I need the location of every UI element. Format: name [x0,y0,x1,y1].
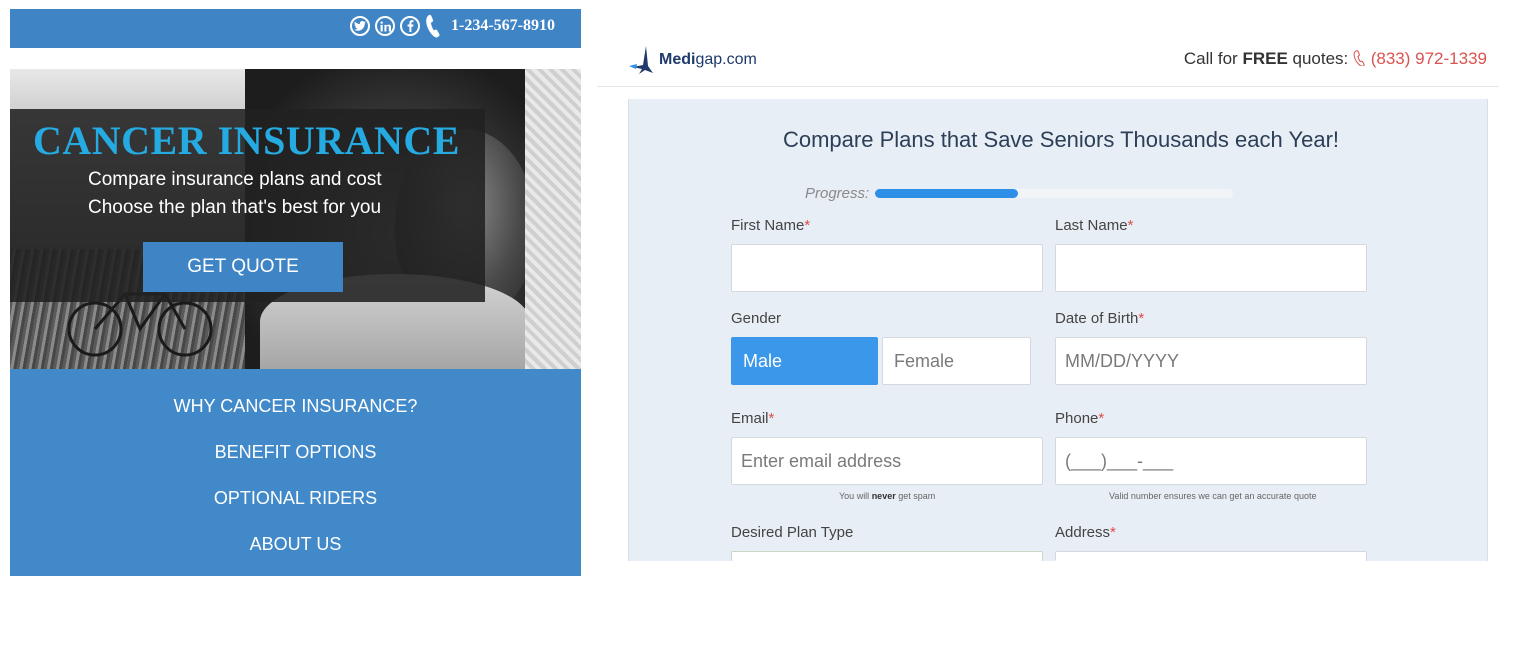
gender-male-button[interactable]: Male [731,337,878,385]
twitter-icon[interactable] [350,16,371,36]
gender-female-button[interactable]: Female [882,337,1031,385]
email-label: Email* [731,410,775,427]
date-of-birth-label: Date of Birth* [1055,310,1145,327]
social-links: 1-234-567-8910 [350,14,555,38]
nav-item-about-us[interactable]: ABOUT US [10,534,581,555]
first-name-input[interactable] [731,244,1043,292]
phone-icon [425,14,441,38]
last-name-input[interactable] [1055,244,1367,292]
phone-icon [1353,50,1365,67]
hero-title: CANCER INSURANCE [33,118,460,163]
progress-fill [875,189,1019,198]
hero-subtitle-1: Compare insurance plans and cost [88,169,382,190]
medigap-panel: Medigap.com Call for FREE quotes: (833) … [597,0,1499,561]
nav-item-optional-riders[interactable]: OPTIONAL RIDERS [10,488,581,509]
email-hint: You will never get spam [839,491,936,501]
hero-subtitle-2: Choose the plan that's best for you [88,197,382,218]
logo-text: Medigap.com [659,51,757,68]
site-header: Medigap.com Call for FREE quotes: (833) … [597,0,1499,87]
call-for-quotes: Call for FREE quotes: (833) 972-1339 [1183,49,1487,68]
date-of-birth-input[interactable] [1055,337,1367,385]
progress-bar [875,189,1233,198]
last-name-label: Last Name* [1055,217,1134,234]
phone-label: Phone* [1055,410,1105,427]
get-quote-button[interactable]: GET QUOTE [143,242,343,292]
form-title: Compare Plans that Save Seniors Thousand… [782,127,1340,152]
star-logo-icon [629,46,653,74]
phone-input[interactable] [1055,437,1367,485]
top-bar: 1-234-567-8910 [10,9,581,48]
facebook-icon[interactable] [400,16,421,36]
nav-item-why-cancer-insurance[interactable]: WHY CANCER INSURANCE? [10,396,581,417]
gender-label: Gender [731,310,782,327]
nav-item-benefit-options[interactable]: BENEFIT OPTIONS [10,442,581,463]
linkedin-icon[interactable] [375,16,396,36]
first-name-label: First Name* [731,217,811,234]
medigap-logo[interactable]: Medigap.com [627,45,757,75]
phone-hint: Valid number ensures we can get an accur… [1109,491,1317,501]
plan-type-label: Desired Plan Type [731,524,854,541]
quote-form: Compare Plans that Save Seniors Thousand… [628,99,1488,561]
progress-label: Progress: [805,185,870,202]
cancer-insurance-panel: 1-234-567-8910 CANCER INSURANCE Compare … [10,9,581,576]
phone-number[interactable]: 1-234-567-8910 [451,17,555,35]
plan-type-select[interactable] [731,551,1043,561]
email-input[interactable] [731,437,1043,485]
hero-overlay: CANCER INSURANCE Compare insurance plans… [10,109,485,302]
hero-banner: CANCER INSURANCE Compare insurance plans… [10,69,581,369]
call-phone-number[interactable]: (833) 972-1339 [1371,49,1487,68]
address-input[interactable] [1055,551,1367,561]
hero-photo-edge [525,69,581,369]
nav-menu: WHY CANCER INSURANCE? BENEFIT OPTIONS OP… [10,369,581,576]
address-label: Address* [1055,524,1116,541]
